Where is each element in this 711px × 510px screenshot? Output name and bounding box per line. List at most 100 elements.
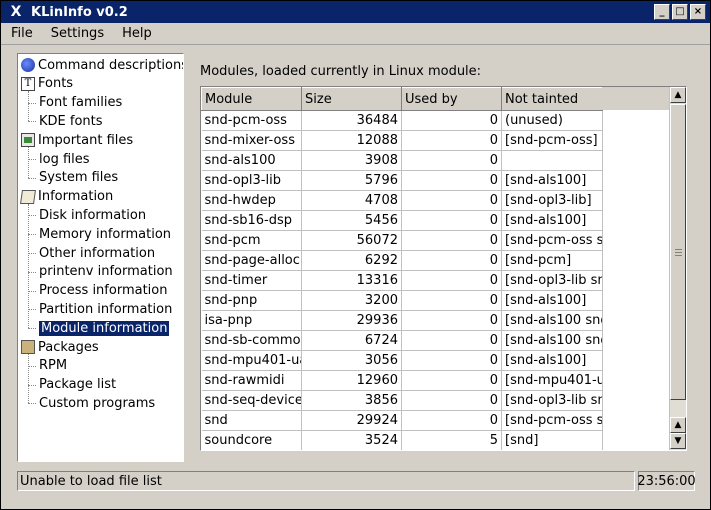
size-cell: 12960	[301, 370, 402, 391]
scroll-up-button-lower[interactable]: ▲	[670, 417, 686, 433]
module-cell: snd-sb16-dsp	[201, 210, 302, 231]
used-by-cell: 0	[401, 190, 502, 211]
tree-item[interactable]: Custom programs	[39, 394, 155, 412]
table-row[interactable]: snd-mixer-oss 12088 0 [snd-pcm-oss]	[201, 130, 603, 151]
tree-item-label: Fonts	[38, 76, 74, 92]
tree-item[interactable]: System files	[39, 169, 118, 187]
table-row[interactable]: snd-sb16-dsp 5456 0 [snd-als100]	[201, 210, 603, 231]
tree-item-label: Important files	[38, 132, 134, 148]
table-row[interactable]: snd-als100 3908 0	[201, 150, 603, 171]
size-cell: 5796	[301, 170, 402, 191]
files-icon	[21, 133, 35, 148]
tree-item[interactable]: Package list	[39, 376, 116, 394]
column-header[interactable]: Module	[201, 87, 302, 111]
column-header[interactable]: Not tainted	[501, 87, 603, 111]
size-cell: 3856	[301, 390, 402, 411]
tree-item[interactable]: RPM	[39, 357, 67, 375]
module-cell: snd-mpu401-uart	[201, 350, 302, 371]
status-clock: 23:56:00	[637, 471, 696, 491]
table-row[interactable]: snd-timer133160[snd-opl3-lib snd-pcm]	[201, 270, 603, 291]
used-by-cell: 5	[401, 430, 502, 450]
table-row[interactable]: snd-mpu401-uart30560[snd-als100]	[201, 350, 603, 371]
table-row[interactable]: snd-seq-device38560[snd-opl3-lib snd-raw…	[201, 390, 603, 411]
menu-settings[interactable]: Settings	[41, 26, 112, 41]
size-cell: 3200	[301, 290, 402, 311]
tree-item-label: RPM	[39, 358, 68, 374]
table-row[interactable]: soundcore 3524 5 [snd]	[201, 430, 603, 450]
dependents-cell: [snd-mpu401-uart]	[501, 370, 603, 391]
size-cell: 5456	[301, 210, 402, 231]
used-by-cell: 0	[401, 250, 502, 271]
table-row[interactable]: snd-page-alloc 6292 0 [snd-pcm]	[201, 250, 603, 271]
command-icon	[21, 58, 35, 72]
tree-category[interactable]: Important files	[21, 131, 133, 149]
table-row[interactable]: snd-opl3-lib 5796 0 [snd-als100]	[201, 170, 603, 191]
tree-item-label: System files	[39, 170, 119, 186]
modules-label: Modules, loaded currently in Linux modul…	[200, 64, 482, 79]
dependents-cell: [snd-als100 snd-pnp]	[501, 310, 603, 331]
used-by-cell: 0	[401, 390, 502, 411]
dependents-cell: [snd-pcm-oss snd-mixer-oss]	[501, 410, 603, 431]
scroll-thumb[interactable]	[670, 104, 686, 400]
module-cell: snd-page-alloc	[201, 250, 302, 271]
table-row[interactable]: snd-rawmidi129600[snd-mpu401-uart]	[201, 370, 603, 391]
grip-line	[675, 255, 682, 256]
table-row[interactable]: snd299240[snd-pcm-oss snd-mixer-oss]	[201, 410, 603, 431]
used-by-cell: 0	[401, 230, 502, 251]
dependents-cell: [snd]	[501, 430, 603, 450]
used-by-cell: 0	[401, 210, 502, 231]
navigation-tree[interactable]: Command descriptions T Fonts Font families K…	[17, 53, 184, 462]
tree-item[interactable]: KDE fonts	[39, 112, 103, 130]
size-cell: 13316	[301, 270, 402, 291]
tree-item[interactable]: Process information	[39, 282, 167, 300]
table-row[interactable]: snd-pcm560720[snd-pcm-oss snd-sb16-dsp]	[201, 230, 603, 251]
tree-item-label: Font families	[39, 95, 123, 111]
title-bar[interactable]: X KLinInfo v0.2 _ □ ×	[1, 1, 710, 23]
vertical-scrollbar[interactable]: ▲ ▲ ▼	[669, 87, 686, 450]
table-row[interactable]: snd-sb-common67240[snd-als100 snd-sb16-d…	[201, 330, 603, 351]
tree-item[interactable]: Module information	[39, 319, 170, 337]
module-cell: snd-opl3-lib	[201, 170, 302, 191]
tree-connector	[28, 121, 36, 123]
tree-item[interactable]: Partition information	[39, 300, 172, 318]
column-header[interactable]: Used by	[401, 87, 502, 111]
tree-connector	[28, 90, 29, 122]
menu-file[interactable]: File	[1, 26, 41, 41]
maximize-button[interactable]: □	[672, 4, 688, 20]
menu-help[interactable]: Help	[112, 26, 160, 41]
dependents-cell: [snd-als100 snd-sb16-dsp]	[501, 330, 603, 351]
dependents-cell: [snd-als100]	[501, 290, 603, 311]
size-cell: 6724	[301, 330, 402, 351]
x-window-icon[interactable]: X	[5, 1, 27, 23]
column-header[interactable]: Size	[301, 87, 402, 111]
used-by-cell: 0	[401, 350, 502, 371]
tree-connector	[28, 177, 36, 179]
tree-connector	[28, 328, 36, 330]
table-row[interactable]: snd-hwdep 4708 0 [snd-opl3-lib]	[201, 190, 603, 211]
table-row[interactable]: snd-pcm-oss 36484 0 (unused)	[201, 110, 603, 131]
tree-item[interactable]: Disk information	[39, 206, 146, 224]
module-cell: snd-als100	[201, 150, 302, 171]
size-cell: 56072	[301, 230, 402, 251]
tree-item[interactable]: printenv information	[39, 263, 173, 281]
scroll-down-button[interactable]: ▼	[670, 433, 686, 449]
tree-item[interactable]: Other information	[39, 244, 155, 262]
tree-item[interactable]: log files	[39, 150, 90, 168]
table-row[interactable]: isa-pnp299360[snd-als100 snd-pnp]	[201, 310, 603, 331]
tree-connector	[28, 234, 36, 236]
tree-connector	[28, 365, 36, 367]
tree-connector	[28, 290, 36, 292]
used-by-cell: 0	[401, 370, 502, 391]
used-by-cell: 0	[401, 270, 502, 291]
close-button[interactable]: ×	[690, 4, 706, 20]
dependents-cell: [snd-pcm-oss]	[501, 130, 603, 151]
packages-icon	[21, 340, 35, 354]
tree-category[interactable]: Command descriptions	[21, 56, 183, 74]
tree-item[interactable]: Font families	[39, 94, 122, 112]
scroll-up-button[interactable]: ▲	[670, 87, 686, 103]
tree-category[interactable]: Information	[20, 188, 113, 206]
tree-item[interactable]: Memory information	[39, 225, 171, 243]
tree-category[interactable]: Packages	[21, 338, 99, 356]
minimize-button[interactable]: _	[654, 4, 670, 20]
table-row[interactable]: snd-pnp 3200 0 [snd-als100]	[201, 290, 603, 311]
